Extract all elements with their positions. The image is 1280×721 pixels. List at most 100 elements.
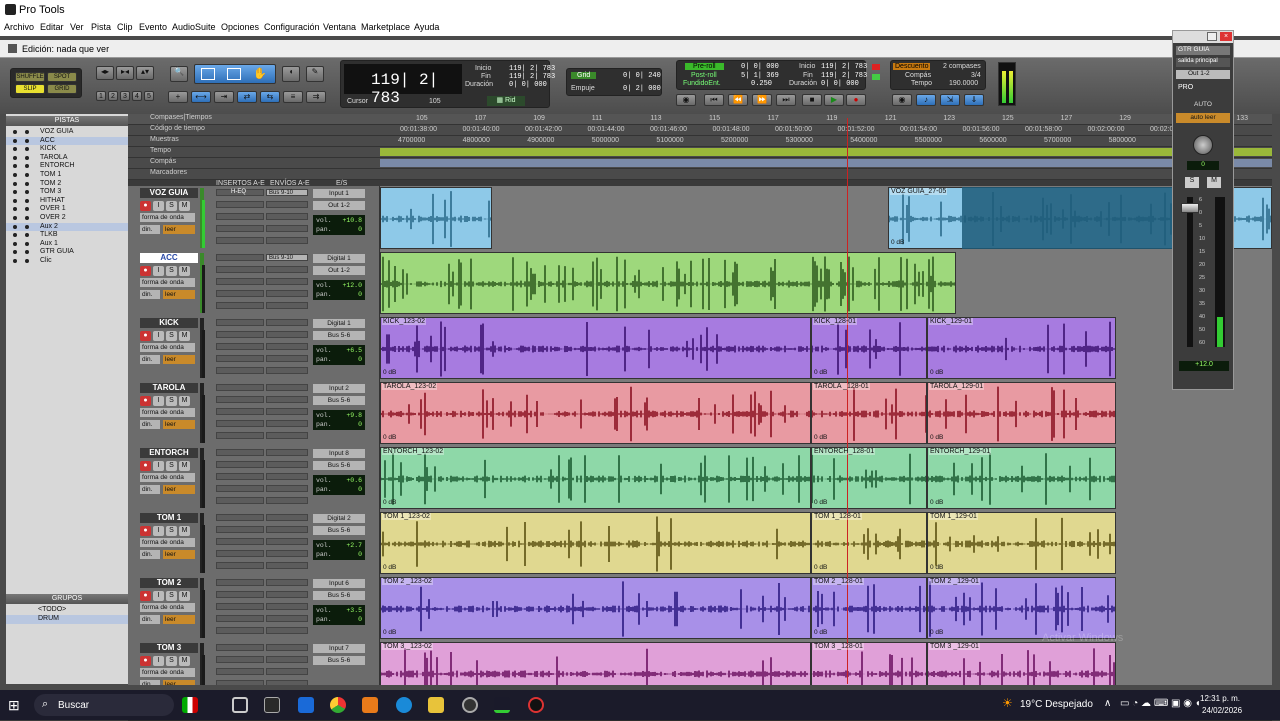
automation-din-button[interactable]: din. — [140, 420, 160, 429]
track-active-dot[interactable] — [25, 181, 29, 186]
send-slot[interactable] — [266, 526, 308, 533]
send-slot[interactable] — [266, 461, 308, 468]
track-active-dot[interactable] — [25, 164, 29, 169]
insert-slot[interactable] — [216, 319, 264, 326]
mixer-solo-button[interactable]: S — [1185, 177, 1199, 188]
clip-gain[interactable]: 0 dB — [383, 564, 396, 571]
tray-icons[interactable]: ▭ ◔ ☁ ⌨ ▣ ◉ ◖ — [1120, 698, 1201, 709]
audio-clip[interactable]: TOM 3 _129-01 — [927, 642, 1116, 685]
return-to-zero-icon[interactable]: ⏮ — [704, 94, 724, 106]
postroll-value[interactable]: 5| 1| 369 — [741, 72, 779, 80]
fade-label[interactable]: FundidoEnt. — [683, 80, 721, 87]
group-item[interactable]: DRUM — [6, 615, 128, 624]
mute-button[interactable]: M — [179, 331, 190, 341]
track-show-dot[interactable] — [13, 250, 17, 255]
mixer-track-name[interactable]: GTR GUIA — [1176, 46, 1230, 55]
insert-slot[interactable] — [216, 396, 264, 403]
send-slot[interactable] — [266, 319, 308, 326]
zoom-preset-4[interactable]: 4 — [132, 91, 142, 101]
group-item[interactable]: <TODO> — [6, 606, 128, 615]
track-show-dot[interactable] — [13, 147, 17, 152]
insert-slot[interactable] — [216, 514, 264, 521]
insert-slot[interactable] — [216, 343, 264, 350]
tempo-value[interactable]: 190.0000 — [949, 80, 978, 87]
menu-item-6[interactable]: AudioSuite — [172, 22, 216, 32]
clip-gain[interactable]: 0 dB — [814, 564, 827, 571]
insert-slot[interactable] — [216, 473, 264, 480]
menu-item-4[interactable]: Clip — [117, 22, 133, 32]
track-output-select[interactable]: Bus 5-6 — [313, 461, 365, 470]
mute-button[interactable]: M — [179, 526, 190, 536]
shuffle-mode-button[interactable]: SHUFFLE — [15, 72, 45, 82]
tool-g-icon[interactable]: ⇉ — [306, 91, 326, 103]
insert-slot[interactable] — [216, 302, 264, 309]
insert-slot[interactable] — [216, 408, 264, 415]
track-show-dot[interactable] — [13, 198, 17, 203]
clip-gain[interactable]: 0 dB — [930, 499, 943, 506]
track-output-select[interactable]: Bus 5-6 — [313, 396, 365, 405]
audio-clip[interactable]: TOM 1_129-01 0 dB — [927, 512, 1116, 574]
vol-value[interactable]: +9.8 — [346, 411, 362, 420]
insert-slot[interactable] — [216, 331, 264, 338]
track-view-select[interactable]: forma de onda — [140, 278, 195, 287]
automation-din-button[interactable]: din. — [140, 680, 160, 685]
send-slot[interactable] — [266, 343, 308, 350]
input-monitor-button[interactable]: I — [153, 331, 164, 341]
track-show-dot[interactable] — [13, 130, 17, 134]
rewind-icon[interactable]: ⏪ — [728, 94, 748, 106]
clip-gain[interactable]: 0 dB — [814, 434, 827, 441]
pan-knob-icon[interactable] — [1193, 135, 1213, 155]
track-input-select[interactable]: Input 6 — [313, 579, 365, 588]
track-view-select[interactable]: forma de onda — [140, 343, 195, 352]
pencil-tool-icon[interactable]: ✎ — [306, 66, 324, 82]
send-slot[interactable] — [266, 278, 308, 285]
outlook-icon[interactable] — [298, 697, 314, 713]
mute-button[interactable]: M — [179, 201, 190, 211]
clip-gain[interactable]: 0 dB — [930, 629, 943, 636]
zoom-out-icon[interactable]: ◂▸ — [96, 66, 114, 80]
meter-value[interactable]: 3/4 — [971, 72, 981, 79]
automation-read-button[interactable]: leer — [163, 550, 195, 559]
audio-clip[interactable]: ENTORCH_128-01 0 dB — [811, 447, 927, 509]
samples-ruler[interactable]: Muestras — [128, 136, 1272, 147]
menu-item-7[interactable]: Opciones — [221, 22, 259, 32]
stop-icon[interactable]: ■ — [802, 94, 822, 106]
spot-mode-button[interactable]: SPOT — [47, 72, 77, 82]
tray-chevron-icon[interactable]: ∧ — [1104, 698, 1111, 709]
track-show-dot[interactable] — [13, 173, 17, 177]
track-show-dot[interactable] — [13, 190, 17, 195]
audio-clip[interactable] — [380, 252, 956, 314]
insert-slot[interactable] — [216, 384, 264, 391]
online-icon[interactable]: ◉ — [676, 94, 696, 106]
menu-item-3[interactable]: Pista — [91, 22, 111, 32]
clip-gain[interactable]: 0 dB — [383, 499, 396, 506]
mixer-pan-value[interactable]: 0 — [1187, 161, 1219, 170]
track-active-dot[interactable] — [25, 173, 29, 177]
insert-slot[interactable] — [216, 680, 264, 685]
store-icon[interactable] — [264, 697, 280, 713]
menu-item-5[interactable]: Evento — [139, 22, 167, 32]
audio-clip[interactable]: TOM 1_123-02 0 dB — [380, 512, 811, 574]
clip-gain[interactable]: 0 dB — [930, 369, 943, 376]
track-view-select[interactable]: forma de onda — [140, 668, 195, 677]
track-lane[interactable]: VOZ GUIA_27-05 0 dB — [380, 186, 1272, 251]
audio-clip[interactable]: TOM 2 _123-02 0 dB — [380, 577, 811, 639]
insert-slot[interactable] — [216, 420, 264, 427]
track-output-select[interactable]: Bus 5-6 — [313, 656, 365, 665]
preroll-label[interactable]: Pre-roll — [685, 63, 724, 70]
record-arm-button[interactable]: ● — [140, 266, 151, 276]
track-lane[interactable]: TOM 2 _123-02 0 dB TOM 2 _128-01 0 dB TOM 2 … — [380, 576, 1272, 641]
audio-clip[interactable]: TAROLA_129-01 0 dB — [927, 382, 1116, 444]
solo-button[interactable]: S — [166, 266, 177, 276]
send-slot[interactable] — [266, 562, 308, 569]
pan-value[interactable]: 0 — [358, 550, 362, 559]
track-list-item[interactable]: HITHAT — [6, 197, 128, 206]
playhead-cursor[interactable] — [847, 118, 848, 684]
flag-widget-icon[interactable] — [182, 697, 198, 713]
mute-button[interactable]: M — [179, 461, 190, 471]
vertical-zoom-icon[interactable]: ▴▾ — [136, 66, 154, 80]
send-slot[interactable] — [266, 420, 308, 427]
solo-button[interactable]: S — [166, 396, 177, 406]
send-slot[interactable] — [266, 668, 308, 675]
send-slot[interactable] — [266, 603, 308, 610]
